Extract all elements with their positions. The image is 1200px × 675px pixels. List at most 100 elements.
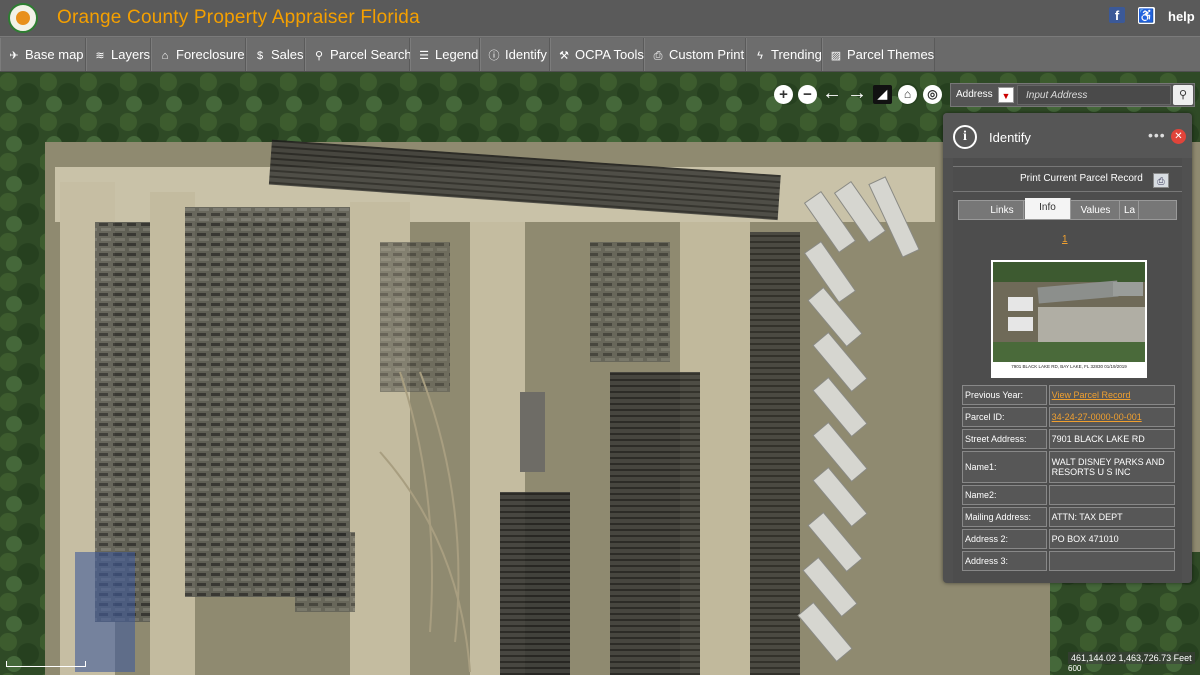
wrench-icon: ⚒ [559, 50, 569, 62]
full-extent-icon[interactable]: ◢ [873, 85, 892, 104]
tab-values[interactable]: Values [1072, 201, 1120, 219]
address-input[interactable] [1017, 85, 1171, 105]
row-value [1048, 551, 1175, 571]
table-row: Address 3: [962, 551, 1175, 571]
row-label: Address 2: [962, 529, 1047, 549]
back-arrow-icon[interactable]: ← [822, 83, 842, 104]
address-search-bar: Address ▼ ⚲ [950, 83, 1195, 107]
more-options-icon[interactable]: ••• [1148, 127, 1166, 143]
info-icon: ⓘ [488, 50, 500, 62]
row-label: Mailing Address: [962, 507, 1047, 527]
address-label: Address [956, 89, 993, 100]
accessibility-icon[interactable]: ♿ [1138, 7, 1155, 24]
tab-links[interactable]: Links [981, 201, 1024, 219]
toolbar-label: Trending [771, 47, 822, 62]
ocpa-logo[interactable] [8, 3, 38, 33]
house-icon: ⌂ [161, 50, 169, 62]
toolbar-sales-button[interactable]: $ Sales [246, 38, 305, 71]
toolbar-label: Foreclosure [176, 47, 245, 62]
coordinate-readout: 461,144.02 1,463,726.73 Feet [1068, 652, 1195, 664]
toolbar-label: Legend [435, 47, 479, 62]
table-row: Mailing Address: ATTN: TAX DEPT [962, 507, 1175, 527]
row-value: WALT DISNEY PARKS AND RESORTS U S INC [1048, 451, 1175, 483]
zoom-out-icon[interactable]: − [798, 85, 817, 104]
close-icon[interactable]: ✕ [1171, 129, 1186, 144]
row-label: Name2: [962, 485, 1047, 505]
toolbar-label: Base map [25, 47, 84, 62]
print-record-row: Print Current Parcel Record ⎙ [953, 166, 1182, 192]
row-label: Parcel ID: [962, 407, 1047, 427]
tab-land[interactable]: La [1121, 201, 1139, 219]
zoom-in-icon[interactable]: + [774, 85, 793, 104]
toolbar-legend-button[interactable]: ☰ Legend [410, 38, 480, 71]
list-icon: ☰ [419, 50, 429, 62]
search-icon: ⚲ [314, 50, 324, 62]
toolbar-parcel-search-button[interactable]: ⚲ Parcel Search [305, 38, 412, 71]
previous-year-link[interactable]: View Parcel Record [1052, 390, 1131, 400]
toolbar-label: Identify [505, 47, 547, 62]
home-icon[interactable]: ⌂ [898, 85, 917, 104]
toolbar-layers-button[interactable]: ≋ Layers [86, 38, 151, 71]
search-icon[interactable]: ⚲ [1173, 85, 1193, 105]
main-toolbar: ✈ Base map ≋ Layers ⌂ Foreclosure $ Sales ⚲ P… [0, 36, 1200, 72]
table-row: Street Address: 7901 BLACK LAKE RD [962, 429, 1175, 449]
row-value: PO BOX 471010 [1048, 529, 1175, 549]
layers-icon: ≋ [95, 50, 105, 62]
row-value: ATTN: TAX DEPT [1048, 507, 1175, 527]
parcel-photo[interactable]: 7901 BLACK LAKE RD, BAY LAKE, FL 32830 0… [991, 260, 1147, 378]
row-label: Address 3: [962, 551, 1047, 571]
image-icon: ▨ [830, 50, 842, 62]
panel-body: Print Current Parcel Record ⎙ Links Info… [953, 158, 1182, 583]
row-label: Name1: [962, 451, 1047, 483]
identify-panel: i Identify ••• ✕ Print Current Parcel Re… [943, 113, 1192, 583]
dollar-icon: $ [256, 50, 264, 62]
app-title: Orange County Property Appraiser Florida [57, 7, 420, 28]
table-row: Previous Year: View Parcel Record [962, 385, 1175, 405]
row-value [1048, 485, 1175, 505]
info-tabs: Links Info Values La [958, 198, 1177, 220]
parcel-photo-image [993, 262, 1145, 362]
row-value: 34-24-27-0000-00-001 [1048, 407, 1175, 427]
info-icon: i [953, 125, 977, 149]
row-value: 7901 BLACK LAKE RD [1048, 429, 1175, 449]
app-header: Orange County Property Appraiser Florida… [0, 0, 1200, 36]
search-type-dropdown[interactable]: ▼ [998, 87, 1014, 103]
locate-icon[interactable]: ◎ [923, 85, 942, 104]
row-label: Street Address: [962, 429, 1047, 449]
tab-info[interactable]: Info [1025, 198, 1071, 219]
row-value: View Parcel Record [1048, 385, 1175, 405]
table-row: Parcel ID: 34-24-27-0000-00-001 [962, 407, 1175, 427]
toolbar-foreclosure-button[interactable]: ⌂ Foreclosure [151, 38, 246, 71]
toolbar-label: Parcel Themes [847, 47, 935, 62]
print-record-label: Print Current Parcel Record [1020, 173, 1143, 184]
toolbar-base-map-button[interactable]: ✈ Base map [0, 38, 86, 71]
panel-header: i Identify ••• ✕ [943, 113, 1192, 158]
toolbar-ocpa-tools-button[interactable]: ⚒ OCPA Tools [550, 38, 644, 71]
parcel-id-link[interactable]: 34-24-27-0000-00-001 [1052, 412, 1142, 422]
table-row: Address 2: PO BOX 471010 [962, 529, 1175, 549]
printer-icon: ⎙ [653, 50, 663, 62]
toolbar-label: Parcel Search [330, 47, 412, 62]
panel-title: Identify [989, 130, 1031, 145]
toolbar-custom-print-button[interactable]: ⎙ Custom Print [644, 38, 746, 71]
toolbar-identify-button[interactable]: ⓘ Identify [480, 38, 550, 71]
toolbar-label: Sales [271, 47, 304, 62]
row-label: Previous Year: [962, 385, 1047, 405]
printer-icon[interactable]: ⎙ [1153, 173, 1169, 188]
help-link[interactable]: help [1168, 9, 1195, 24]
photo-caption: 7901 BLACK LAKE RD, BAY LAKE, FL 32830 0… [1011, 364, 1127, 369]
toolbar-label: OCPA Tools [575, 47, 644, 62]
facebook-icon[interactable]: f [1109, 7, 1125, 23]
toolbar-trending-button[interactable]: ϟ Trending [746, 38, 822, 71]
table-row: Name2: [962, 485, 1175, 505]
toolbar-label: Custom Print [669, 47, 745, 62]
scale-label: 600 [1068, 664, 1082, 673]
table-row: Name1: WALT DISNEY PARKS AND RESORTS U S… [962, 451, 1175, 483]
toolbar-label: Layers [111, 47, 151, 62]
scale-bar [6, 661, 86, 667]
page-number-link[interactable]: 1 [1062, 234, 1068, 245]
bolt-icon: ϟ [757, 50, 763, 62]
toolbar-parcel-themes-button[interactable]: ▨ Parcel Themes [822, 38, 935, 71]
forward-arrow-icon[interactable]: → [847, 83, 867, 104]
plane-icon: ✈ [9, 50, 19, 62]
